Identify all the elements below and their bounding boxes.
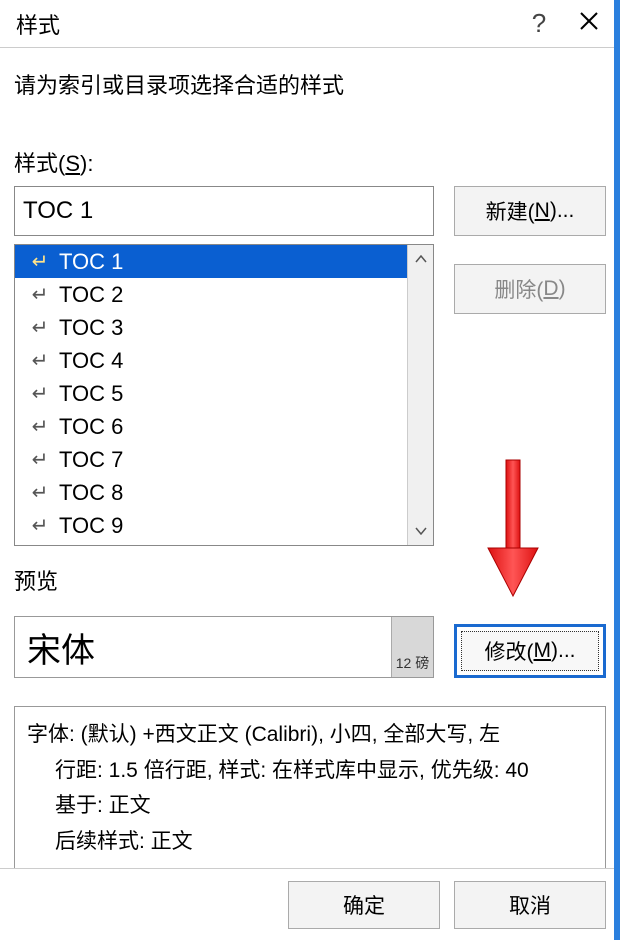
paragraph-icon: ↵ bbox=[31, 282, 49, 307]
scroll-track[interactable] bbox=[408, 273, 433, 517]
style-list-item[interactable]: ↵ TOC 3 bbox=[15, 311, 407, 344]
style-list-item-label: TOC 2 bbox=[59, 282, 123, 308]
scroll-down-icon[interactable] bbox=[408, 517, 433, 545]
styles-label: 样式(S): bbox=[14, 146, 606, 178]
desc-line-4: 后续样式: 正文 bbox=[27, 824, 593, 860]
title-bar: 样式 ? bbox=[0, 0, 620, 48]
dialog-footer: 确定 取消 bbox=[0, 868, 620, 940]
style-list-item-label: TOC 9 bbox=[59, 513, 123, 539]
paragraph-icon: ↵ bbox=[31, 447, 49, 472]
window-edge bbox=[614, 0, 620, 940]
style-list-item[interactable]: ↵ TOC 8 bbox=[15, 476, 407, 509]
style-list-item-label: TOC 8 bbox=[59, 480, 123, 506]
scroll-up-icon[interactable] bbox=[408, 245, 433, 273]
dialog-content: 请为索引或目录项选择合适的样式 样式(S): ↵ TOC 1 ↵ TOC 2 ↵ TOC … bbox=[0, 48, 620, 871]
desc-line-3: 基于: 正文 bbox=[27, 788, 593, 824]
style-list-item[interactable]: ↵ TOC 5 bbox=[15, 377, 407, 410]
instruction-text: 请为索引或目录项选择合适的样式 bbox=[14, 68, 606, 100]
ok-button[interactable]: 确定 bbox=[288, 881, 440, 929]
style-list-scroll: ↵ TOC 1 ↵ TOC 2 ↵ TOC 3 ↵ TOC 4 ↵ TOC 5 ↵ TOC 6 ↵ TOC… bbox=[15, 245, 407, 545]
style-listbox[interactable]: ↵ TOC 1 ↵ TOC 2 ↵ TOC 3 ↵ TOC 4 ↵ TOC 5 ↵ TOC 6 ↵ TOC… bbox=[14, 244, 434, 546]
new-button[interactable]: 新建(N)... bbox=[454, 186, 606, 236]
paragraph-icon: ↵ bbox=[31, 315, 49, 340]
style-list-item-label: TOC 5 bbox=[59, 381, 123, 407]
style-list-item[interactable]: ↵ TOC 7 bbox=[15, 443, 407, 476]
style-list-item-label: TOC 7 bbox=[59, 447, 123, 473]
style-list-item[interactable]: ↵ TOC 1 bbox=[15, 245, 407, 278]
style-list-item[interactable]: ↵ TOC 9 bbox=[15, 509, 407, 542]
paragraph-icon: ↵ bbox=[31, 348, 49, 373]
style-list-item-label: TOC 6 bbox=[59, 414, 123, 440]
style-list-item[interactable]: ↵ TOC 2 bbox=[15, 278, 407, 311]
modify-button-highlight: 修改(M)... bbox=[454, 624, 606, 678]
paragraph-icon: ↵ bbox=[31, 414, 49, 439]
preview-font-name: 宋体 bbox=[15, 617, 391, 677]
style-list-item-label: TOC 1 bbox=[59, 249, 123, 275]
paragraph-icon: ↵ bbox=[31, 381, 49, 406]
preview-box: 宋体 12 磅 bbox=[14, 616, 434, 678]
scrollbar[interactable] bbox=[407, 245, 433, 545]
style-list-item[interactable]: ↵ TOC 4 bbox=[15, 344, 407, 377]
desc-line-2: 行距: 1.5 倍行距, 样式: 在样式库中显示, 优先级: 40 bbox=[27, 753, 593, 789]
modify-button[interactable]: 修改(M)... bbox=[461, 631, 599, 671]
style-list-item[interactable]: ↵ TOC 6 bbox=[15, 410, 407, 443]
style-description: 字体: (默认) +西文正文 (Calibri), 小四, 全部大写, 左 行距… bbox=[14, 706, 606, 871]
paragraph-icon: ↵ bbox=[31, 480, 49, 505]
style-list-item-label: TOC 4 bbox=[59, 348, 123, 374]
preview-font-size: 12 磅 bbox=[391, 617, 433, 677]
paragraph-icon: ↵ bbox=[31, 249, 49, 274]
cancel-button[interactable]: 取消 bbox=[454, 881, 606, 929]
close-button[interactable] bbox=[564, 11, 614, 36]
close-icon bbox=[579, 11, 599, 31]
style-list-item-label: TOC 3 bbox=[59, 315, 123, 341]
desc-line-1: 字体: (默认) +西文正文 (Calibri), 小四, 全部大写, 左 bbox=[27, 717, 593, 753]
paragraph-icon: ↵ bbox=[31, 513, 49, 538]
delete-button[interactable]: 删除(D) bbox=[454, 264, 606, 314]
preview-label: 预览 bbox=[14, 564, 606, 596]
help-button[interactable]: ? bbox=[514, 8, 564, 39]
style-name-input[interactable] bbox=[14, 186, 434, 236]
dialog-title: 样式 bbox=[16, 8, 514, 40]
